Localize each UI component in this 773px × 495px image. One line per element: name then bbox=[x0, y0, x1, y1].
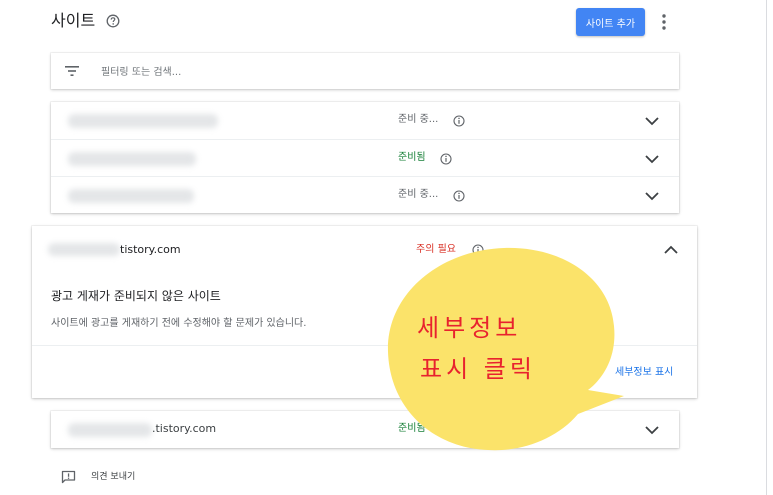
more-vert-icon[interactable] bbox=[657, 12, 671, 32]
info-icon[interactable] bbox=[453, 190, 465, 202]
chevron-down-icon[interactable] bbox=[644, 154, 660, 164]
filter-list-icon[interactable] bbox=[65, 64, 79, 78]
info-icon[interactable] bbox=[453, 115, 465, 127]
redacted-domain bbox=[68, 189, 194, 203]
send-feedback-link[interactable]: 의견 보내기 bbox=[91, 471, 135, 483]
chevron-down-icon[interactable] bbox=[644, 425, 660, 435]
site-row[interactable]: 준비됨 bbox=[51, 139, 679, 177]
filter-search-input[interactable] bbox=[99, 61, 663, 83]
site-status: 준비 중... bbox=[398, 189, 439, 200]
filter-bar bbox=[51, 53, 679, 89]
site-row[interactable]: 준비 중... bbox=[51, 102, 679, 139]
site-domain: .tistory.com bbox=[152, 422, 217, 435]
site-status: 준비됨 bbox=[398, 152, 426, 163]
annotation-speech-bubble bbox=[387, 247, 624, 451]
help-circle-icon[interactable] bbox=[106, 14, 120, 28]
info-icon[interactable] bbox=[440, 153, 452, 165]
redacted-domain bbox=[48, 243, 120, 256]
annotation-text-line1: 세부정보 bbox=[417, 314, 522, 342]
add-site-button[interactable]: 사이트 추가 bbox=[576, 8, 645, 36]
redacted-domain bbox=[68, 152, 196, 166]
scroll-edge bbox=[766, 0, 767, 495]
annotation-text-line2: 표시 클릭 bbox=[420, 355, 536, 383]
redacted-domain bbox=[68, 423, 152, 437]
chevron-down-icon[interactable] bbox=[644, 191, 660, 201]
chevron-down-icon[interactable] bbox=[644, 116, 660, 126]
issue-description: 사이트에 광고를 게재하기 전에 수정해야 할 문제가 있습니다. bbox=[51, 318, 307, 329]
redacted-domain bbox=[68, 114, 218, 128]
site-row[interactable]: 준비 중... bbox=[51, 176, 679, 214]
issue-heading: 광고 게재가 준비되지 않은 사이트 bbox=[51, 289, 221, 303]
site-list: 준비 중... 준비됨 준비 중... bbox=[51, 102, 679, 213]
chevron-up-icon[interactable] bbox=[663, 245, 679, 255]
site-domain: tistory.com bbox=[120, 243, 181, 256]
site-status: 준비 중... bbox=[398, 114, 439, 125]
page-title: 사이트 bbox=[51, 11, 96, 30]
feedback-icon[interactable] bbox=[61, 470, 76, 484]
